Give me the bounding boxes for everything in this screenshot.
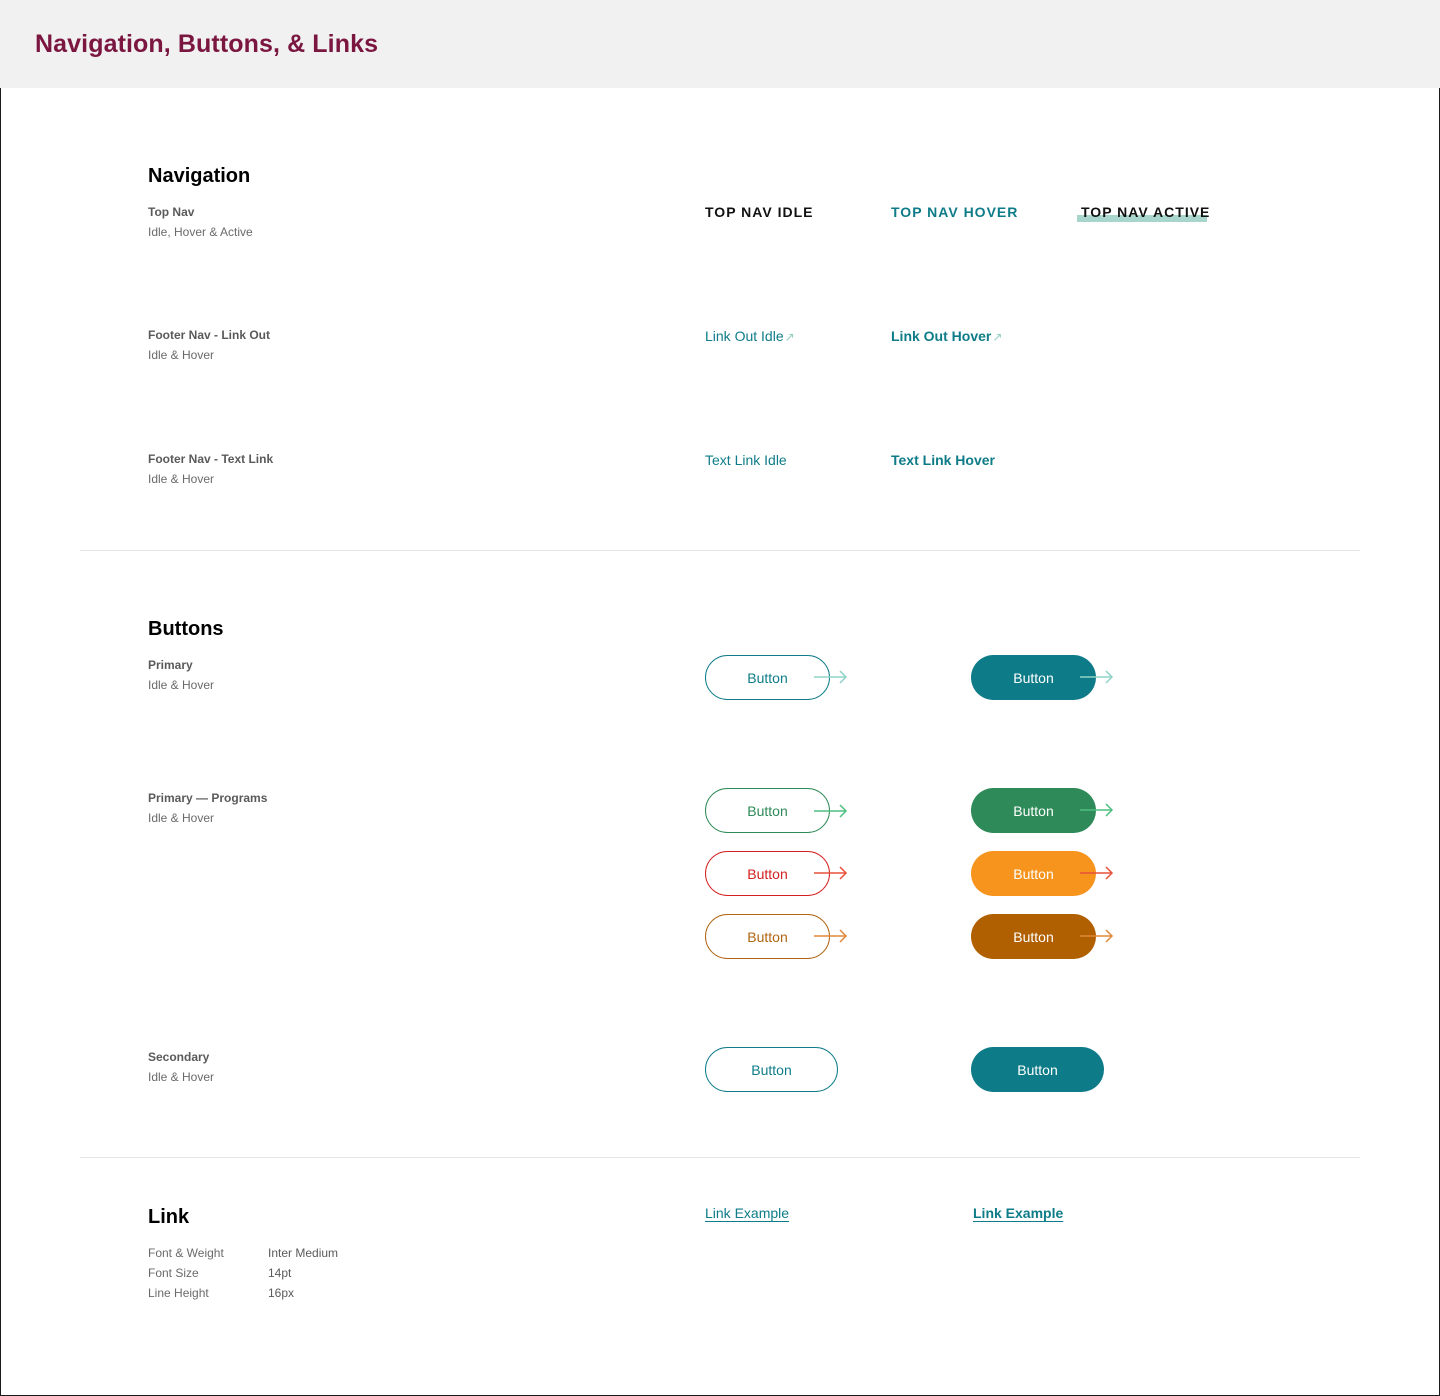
link-out-hover[interactable]: Link Out Hover↗	[891, 328, 1002, 346]
spec-value-line-height: 16px	[268, 1286, 295, 1300]
program-button-orange-hover[interactable]: Button	[971, 851, 1096, 896]
top-nav-active-label: TOP NAV ACTIVE	[1081, 204, 1211, 220]
footer-text-link-label: Footer Nav - Text Link	[148, 452, 274, 466]
top-nav-sublabel: Idle, Hover & Active	[148, 225, 253, 239]
text-link-hover[interactable]: Text Link Hover	[891, 452, 995, 468]
arrow-right-icon	[814, 804, 848, 818]
button-label: Button	[747, 669, 788, 686]
primary-button-idle[interactable]: Button	[705, 655, 830, 700]
program-button-green-idle[interactable]: Button	[705, 788, 830, 833]
primary-label: Primary	[148, 658, 193, 672]
secondary-button-idle[interactable]: Button	[705, 1047, 838, 1092]
arrow-right-icon	[814, 670, 848, 684]
footer-link-out-label: Footer Nav - Link Out	[148, 328, 271, 342]
button-label: Button	[1013, 865, 1054, 882]
link-example-hover[interactable]: Link Example	[973, 1205, 1063, 1221]
secondary-sublabel: Idle & Hover	[148, 1070, 215, 1084]
spec-label-line-height: Line Height	[148, 1286, 209, 1300]
arrow-right-icon	[1080, 866, 1114, 880]
button-label: Button	[747, 865, 788, 882]
section-divider	[80, 550, 1360, 551]
spec-label-font-size: Font Size	[148, 1266, 199, 1280]
top-nav-active-item[interactable]: TOP NAV ACTIVE	[1077, 204, 1211, 222]
spec-label-font-weight: Font & Weight	[148, 1246, 224, 1260]
program-button-brown-idle[interactable]: Button	[705, 914, 830, 959]
button-label: Button	[1013, 669, 1054, 686]
programs-sublabel: Idle & Hover	[148, 811, 215, 825]
text-link-idle[interactable]: Text Link Idle	[705, 452, 787, 468]
section-title-buttons: Buttons	[148, 618, 224, 640]
section-title-navigation: Navigation	[148, 165, 251, 187]
arrow-right-icon	[1080, 803, 1114, 817]
program-button-brown-hover[interactable]: Button	[971, 914, 1096, 959]
top-nav-hover-item[interactable]: TOP NAV HOVER	[891, 204, 1018, 220]
spec-value-font-weight: Inter Medium	[268, 1246, 339, 1260]
section-title-link: Link	[148, 1206, 190, 1228]
arrow-right-icon	[814, 866, 848, 880]
button-label: Button	[747, 802, 788, 819]
footer-link-out-sublabel: Idle & Hover	[148, 348, 215, 362]
top-nav-idle-item[interactable]: TOP NAV IDLE	[705, 204, 813, 220]
secondary-label: Secondary	[148, 1050, 210, 1064]
link-example-idle[interactable]: Link Example	[705, 1205, 789, 1221]
program-button-green-hover[interactable]: Button	[971, 788, 1096, 833]
link-out-idle[interactable]: Link Out Idle↗	[705, 328, 795, 346]
spec-value-font-size: 14pt	[268, 1266, 292, 1280]
section-divider	[80, 1157, 1360, 1158]
button-label: Button	[751, 1061, 792, 1078]
secondary-button-hover[interactable]: Button	[971, 1047, 1104, 1092]
button-label: Button	[1017, 1061, 1058, 1078]
arrow-right-icon	[814, 929, 848, 943]
program-button-red-idle[interactable]: Button	[705, 851, 830, 896]
header-bar: Navigation, Buttons, & Links	[0, 0, 1440, 88]
link-out-idle-label: Link Out Idle	[705, 328, 784, 344]
arrow-right-icon	[1080, 670, 1114, 684]
arrow-right-icon	[1080, 929, 1114, 943]
button-label: Button	[747, 928, 788, 945]
footer-text-link-sublabel: Idle & Hover	[148, 472, 215, 486]
link-out-hover-label: Link Out Hover	[891, 328, 992, 344]
primary-sublabel: Idle & Hover	[148, 678, 215, 692]
button-label: Button	[1013, 802, 1054, 819]
programs-label: Primary — Programs	[148, 791, 268, 805]
external-link-icon: ↗	[992, 330, 1003, 344]
top-nav-label: Top Nav	[148, 205, 195, 219]
external-link-icon: ↗	[784, 330, 795, 344]
button-label: Button	[1013, 928, 1054, 945]
primary-button-hover[interactable]: Button	[971, 655, 1096, 700]
page-title: Navigation, Buttons, & Links	[35, 30, 379, 58]
